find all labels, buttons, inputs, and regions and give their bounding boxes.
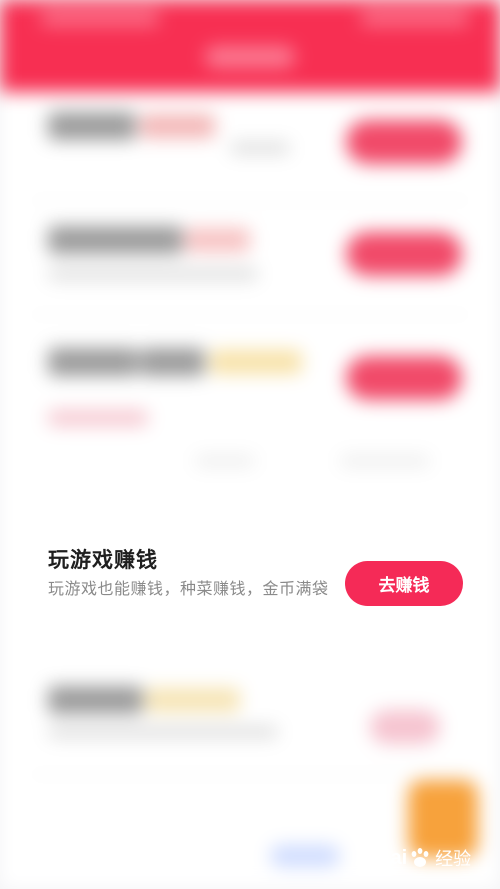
card-description: 玩游戏也能赚钱，种菜赚钱，金币满袋 (48, 579, 329, 598)
task-list-blurred (0, 92, 500, 889)
watermark-text-right: 经验 (435, 849, 472, 870)
go-earn-button[interactable]: 去赚钱 (345, 561, 463, 606)
blurred-pill (270, 845, 340, 867)
blurred-background (0, 0, 500, 889)
watermark-text-left: Bai (376, 846, 408, 869)
card-title: 玩游戏赚钱 (48, 548, 158, 572)
play-games-earn-card: 玩游戏赚钱 玩游戏也能赚钱，种菜赚钱，金币满袋 去赚钱 (30, 524, 468, 640)
baidu-jingyan-watermark: Bai 经验 (376, 838, 471, 878)
paw-icon (411, 848, 429, 867)
app-header-blurred (0, 0, 500, 92)
